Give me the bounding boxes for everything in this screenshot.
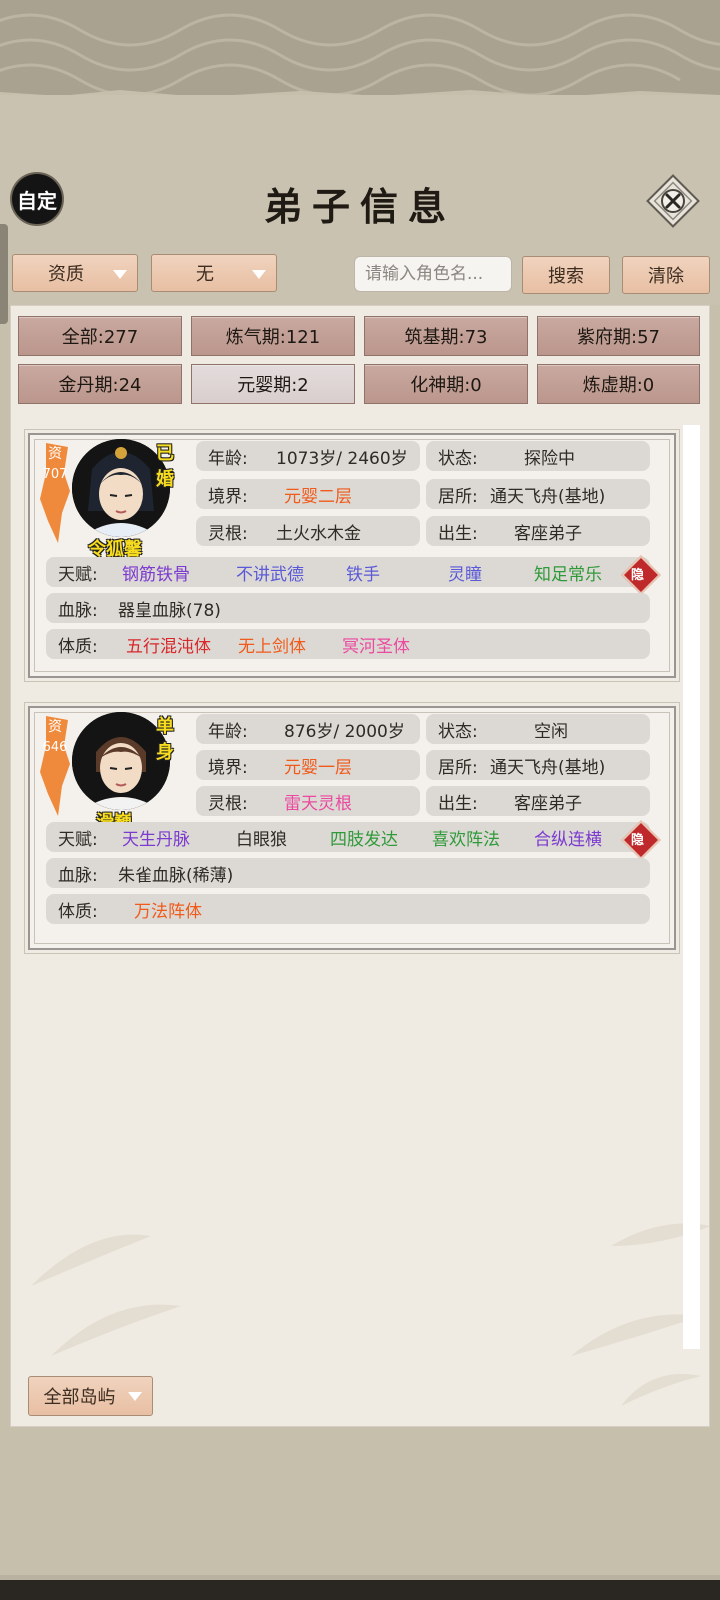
- avatar-area: 资 707 已婚 令狐馨: [38, 439, 188, 560]
- bloodline-value: 朱雀血脉(稀薄): [118, 865, 234, 886]
- physique-field: 体质: 万法阵体: [46, 894, 650, 924]
- talent-item: 铁手: [346, 564, 380, 585]
- scrollbar[interactable]: [683, 425, 700, 1349]
- stat-spirit-transform[interactable]: 化神期:0: [364, 364, 528, 404]
- realm-value: 元婴一层: [284, 757, 352, 778]
- talent-item: 喜欢阵法: [432, 829, 500, 850]
- realm-field: 境界: 元婴二层: [196, 479, 420, 509]
- stat-nascent-soul[interactable]: 元婴期:2: [191, 364, 355, 404]
- bloodline-field: 血脉: 器皇血脉(78): [46, 593, 650, 623]
- physique-item: 冥河圣体: [342, 636, 410, 657]
- age-field: 年龄: 876岁/ 2000岁: [196, 714, 420, 744]
- physique-item: 五行混沌体: [126, 636, 211, 657]
- aptitude-label: 资: [48, 446, 62, 462]
- realm-value: 元婴二层: [284, 486, 352, 507]
- talent-field: 天赋: 天生丹脉 白眼狼 四肢发达 喜欢阵法 合纵连横: [46, 822, 650, 852]
- age-value: 876岁/ 2000岁: [284, 721, 405, 742]
- sub-filter-value: 无: [196, 264, 214, 285]
- stat-void-refining[interactable]: 炼虚期:0: [537, 364, 700, 404]
- stat-all[interactable]: 全部:277: [18, 316, 182, 356]
- spirit-root-field: 灵根: 雷天灵根: [196, 786, 420, 816]
- status-value: 探险中: [524, 448, 575, 469]
- status-field: 状态: 探险中: [426, 441, 650, 471]
- spirit-root-field: 灵根: 土火水木金: [196, 516, 420, 546]
- top-decoration: [0, 0, 720, 100]
- search-button[interactable]: 搜索: [522, 256, 610, 294]
- page-title: 弟子信息: [263, 184, 456, 229]
- origin-value: 客座弟子: [514, 523, 582, 544]
- marital-status: 单身: [156, 716, 174, 763]
- origin-field: 出生: 客座弟子: [426, 516, 650, 546]
- origin-field: 出生: 客座弟子: [426, 786, 650, 816]
- spirit-root-value: 雷天灵根: [284, 793, 352, 814]
- residence-value: 通天飞舟(基地): [490, 486, 606, 507]
- residence-field: 居所: 通天飞舟(基地): [426, 750, 650, 780]
- age-field: 年龄: 1073岁/ 2460岁: [196, 441, 420, 471]
- physique-item: 万法阵体: [134, 901, 202, 922]
- talent-item: 四肢发达: [330, 829, 398, 850]
- bottom-decoration: [0, 1580, 720, 1600]
- sort-dropdown[interactable]: 资质: [12, 254, 138, 292]
- close-icon[interactable]: [646, 174, 700, 228]
- side-drawer-handle[interactable]: [0, 224, 8, 324]
- island-dropdown[interactable]: 全部岛屿: [28, 1376, 153, 1416]
- chevron-down-icon: [113, 270, 127, 279]
- talent-item: 钢筋铁骨: [122, 564, 190, 585]
- stat-qi-refining[interactable]: 炼气期:121: [191, 316, 355, 356]
- sort-dropdown-value: 资质: [48, 264, 84, 285]
- aptitude-value: 646: [42, 740, 68, 755]
- marital-status: 已婚: [156, 443, 174, 490]
- physique-item: 无上剑体: [238, 636, 306, 657]
- residence-field: 居所: 通天飞舟(基地): [426, 479, 650, 509]
- chevron-down-icon: [252, 270, 266, 279]
- island-dropdown-value: 全部岛屿: [43, 1387, 116, 1408]
- hide-label: 隐: [631, 833, 645, 848]
- aptitude-label: 资: [48, 719, 62, 735]
- talent-item: 知足常乐: [534, 564, 602, 585]
- stat-foundation[interactable]: 筑基期:73: [364, 316, 528, 356]
- aptitude-value: 707: [42, 467, 68, 482]
- sub-filter-dropdown[interactable]: 无: [151, 254, 277, 292]
- realm-field: 境界: 元婴一层: [196, 750, 420, 780]
- disciple-card[interactable]: 资 707 已婚 令狐馨 年龄: 1073岁/ 2460岁 状态: 探险中 境界…: [28, 433, 676, 678]
- disciple-card[interactable]: 资 646 单身 滑巍 年龄: 876岁/ 2000岁 状态: 空闲 境界: 元…: [28, 706, 676, 950]
- stat-golden-core[interactable]: 金丹期:24: [18, 364, 182, 404]
- talent-item: 不讲武德: [236, 564, 304, 585]
- avatar-area: 资 646 单身 滑巍: [38, 712, 188, 833]
- bloodline-value: 器皇血脉(78): [118, 600, 221, 621]
- talent-item: 合纵连横: [534, 829, 602, 850]
- status-value: 空闲: [534, 721, 568, 742]
- talent-item: 天生丹脉: [122, 829, 190, 850]
- age-value: 1073岁/ 2460岁: [276, 448, 408, 469]
- search-input[interactable]: [354, 256, 512, 292]
- bloodline-field: 血脉: 朱雀血脉(稀薄): [46, 858, 650, 888]
- chevron-down-icon: [128, 1392, 142, 1401]
- stat-purple-palace[interactable]: 紫府期:57: [537, 316, 700, 356]
- clear-button[interactable]: 清除: [622, 256, 710, 294]
- talent-field: 天赋: 钢筋铁骨 不讲武德 铁手 灵瞳 知足常乐: [46, 557, 650, 587]
- status-field: 状态: 空闲: [426, 714, 650, 744]
- residence-value: 通天飞舟(基地): [490, 757, 606, 778]
- talent-item: 灵瞳: [448, 564, 482, 585]
- talent-item: 白眼狼: [236, 829, 287, 850]
- origin-value: 客座弟子: [514, 793, 582, 814]
- physique-field: 体质: 五行混沌体 无上剑体 冥河圣体: [46, 629, 650, 659]
- spirit-root-value: 土火水木金: [276, 523, 361, 544]
- hide-label: 隐: [631, 568, 645, 583]
